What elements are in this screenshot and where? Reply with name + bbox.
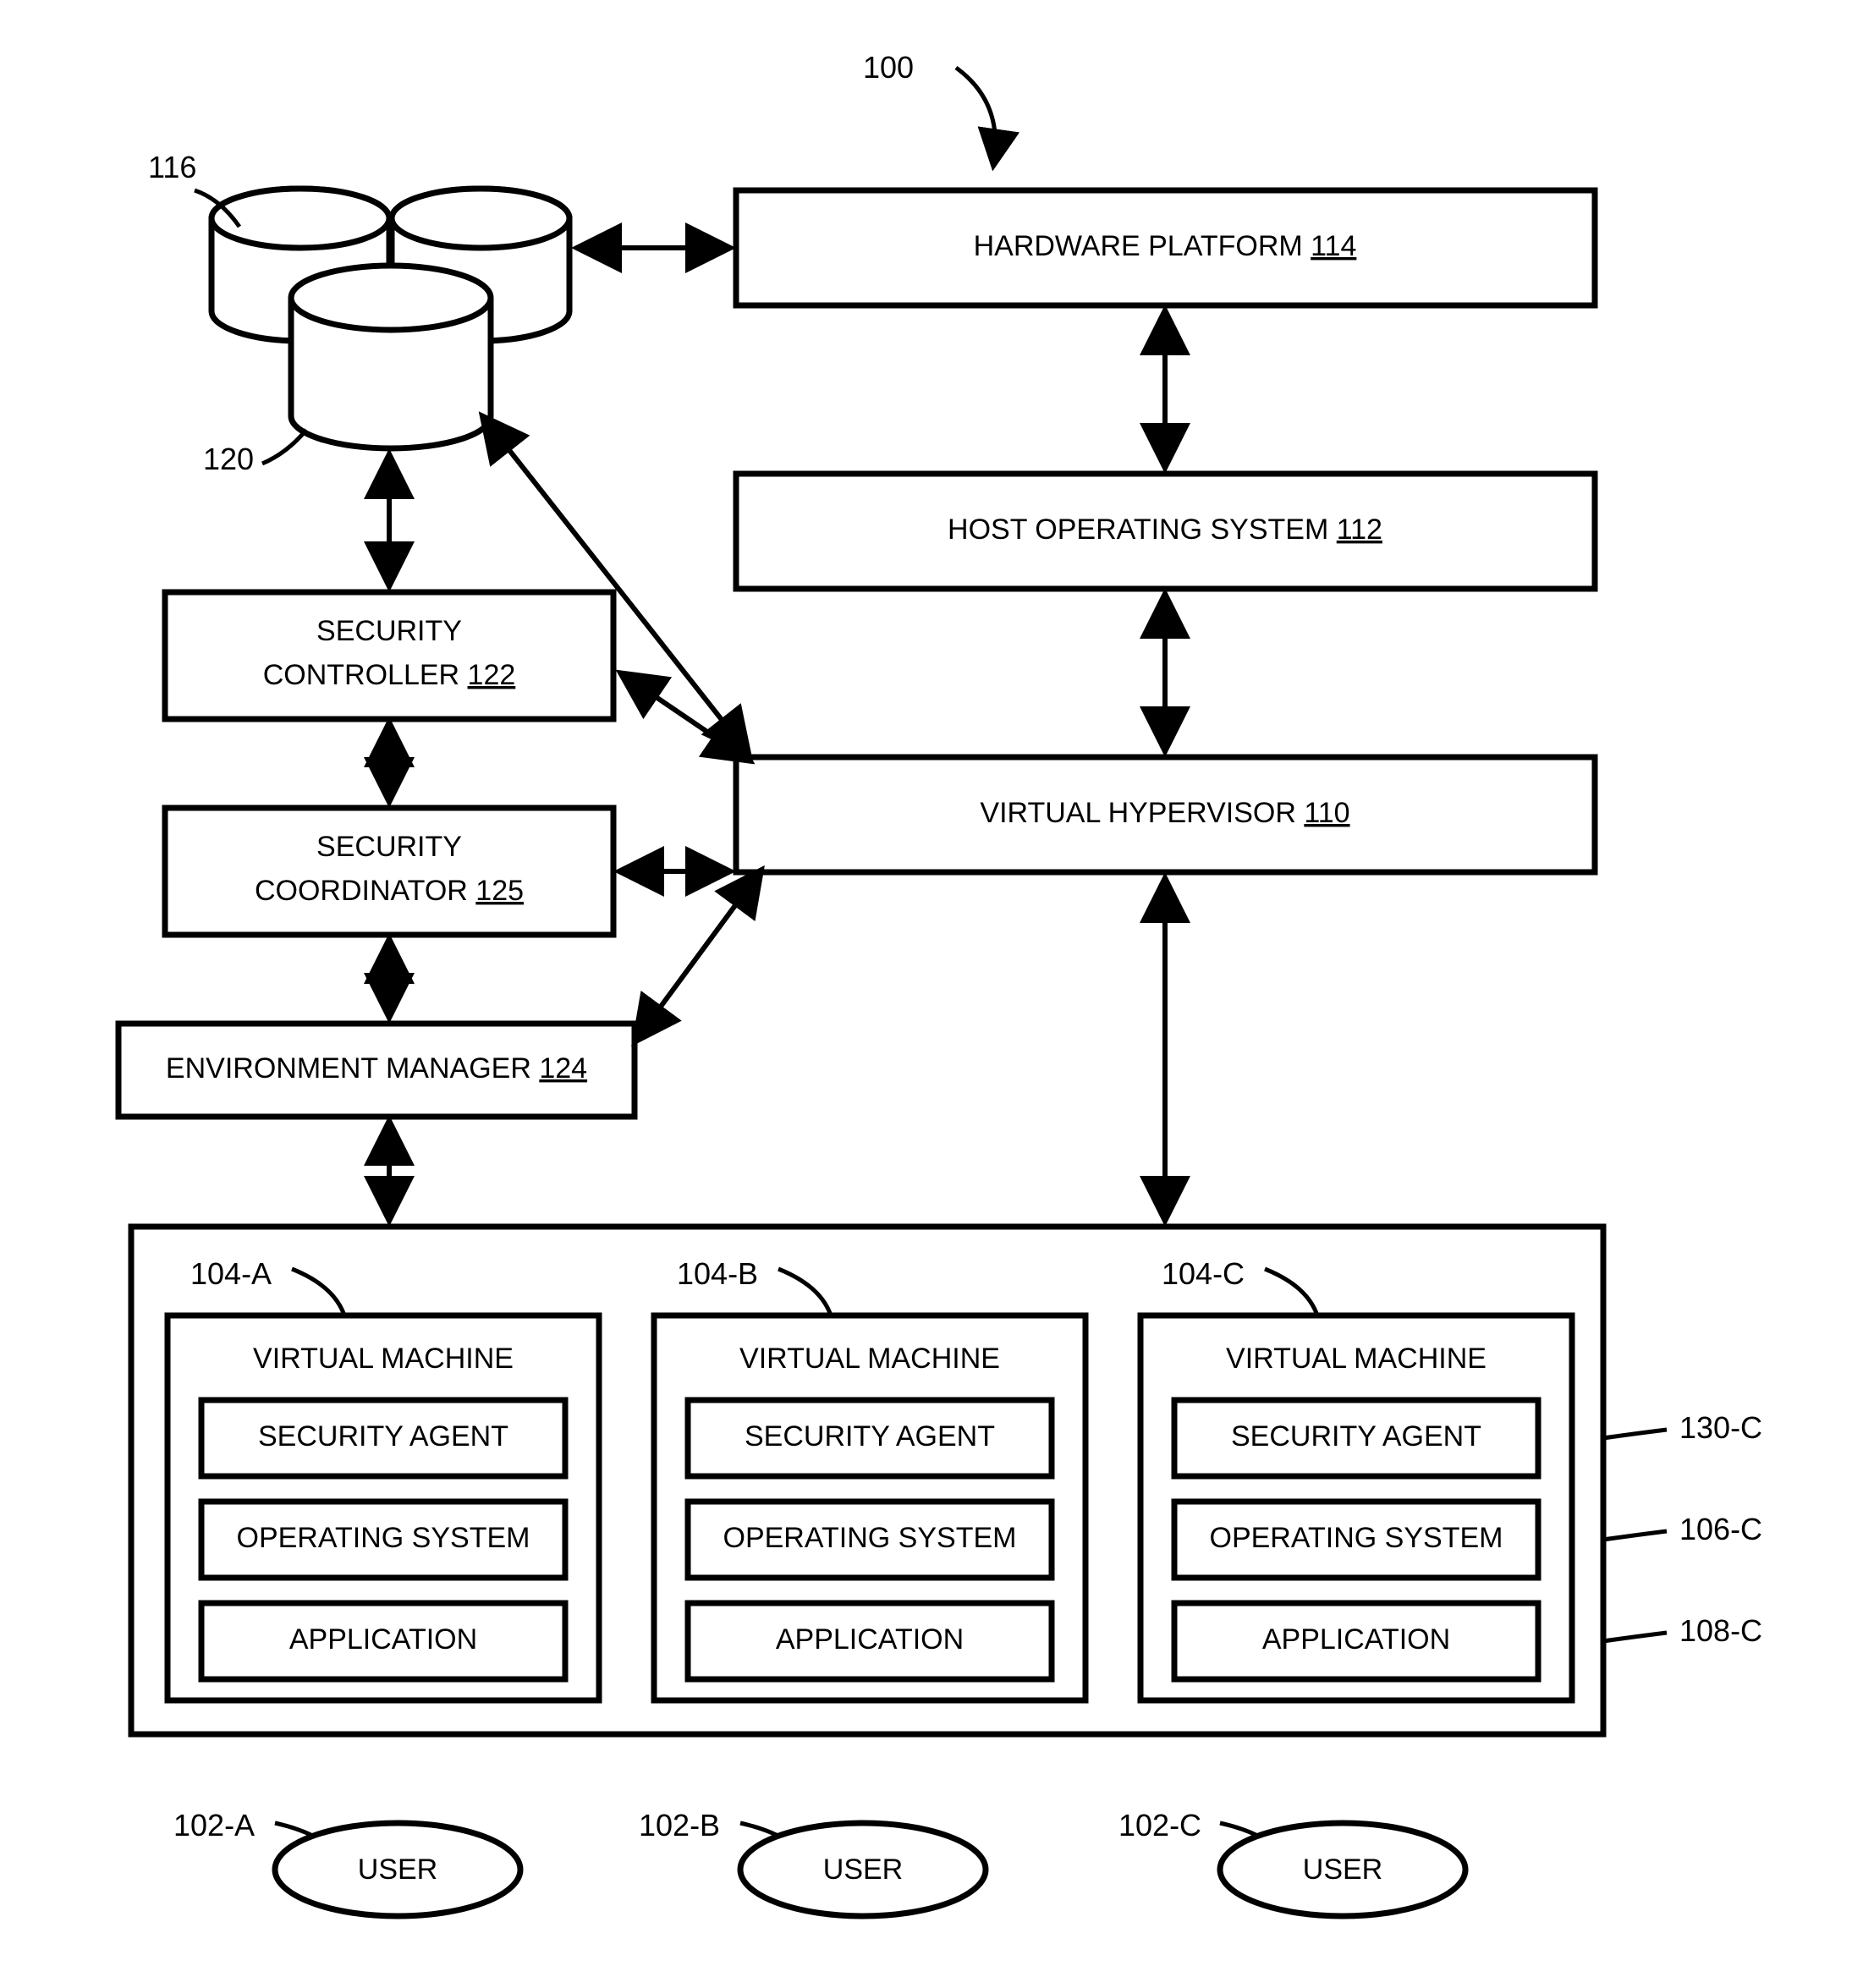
vm-a-agent: SECURITY AGENT [258, 1420, 508, 1453]
svg-text:CONTROLLER 122: CONTROLLER 122 [263, 659, 516, 691]
vm-c-os: OPERATING SYSTEM [1210, 1522, 1503, 1554]
hypervisor-ref: 110 [1304, 797, 1349, 829]
hardware-platform-label: HARDWARE PLATFORM [974, 230, 1303, 262]
vm-c-agent: SECURITY AGENT [1231, 1420, 1481, 1453]
env-manager-ref: 124 [539, 1052, 587, 1085]
hypervisor-label: VIRTUAL HYPERVISOR [980, 797, 1296, 829]
vm-a: 104-A VIRTUAL MACHINE SECURITY AGENT OPE… [168, 1256, 599, 1700]
vm-b-os: OPERATING SYSTEM [723, 1522, 1017, 1554]
storage-cyl-front [291, 266, 491, 448]
ref-108c: 108-C [1679, 1613, 1762, 1648]
figure-ref-100: 100 [863, 50, 996, 161]
user-c: 102-C USER [1118, 1808, 1465, 1916]
user-c-ref: 102-C [1118, 1808, 1201, 1842]
env-manager-box: ENVIRONMENT MANAGER 124 [118, 1024, 635, 1117]
user-b-label: USER [823, 1853, 903, 1886]
hypervisor-box: VIRTUAL HYPERVISOR 110 [736, 757, 1595, 872]
vm-b-title: VIRTUAL MACHINE [739, 1343, 1000, 1375]
vm-c-ref: 104-C [1162, 1256, 1245, 1291]
vm-c-side-refs: 130-C 106-C 108-C [1603, 1410, 1762, 1648]
hardware-platform-box: HARDWARE PLATFORM 114 [736, 190, 1595, 305]
ref-120: 120 [203, 430, 306, 476]
diagram-canvas: 100 116 120 HARDWARE PLATFORM 114 HOST O… [0, 0, 1852, 1988]
user-c-label: USER [1303, 1853, 1382, 1886]
svg-text:COORDINATOR 125: COORDINATOR 125 [255, 875, 524, 907]
user-a-ref: 102-A [173, 1808, 255, 1842]
svg-text:VIRTUAL HYPERVISOR: VIRTUAL HYPERVISOR 110 [980, 797, 1349, 829]
hardware-platform-ref: 114 [1311, 230, 1356, 262]
vm-c-title: VIRTUAL MACHINE [1226, 1343, 1487, 1375]
security-coord-line1: SECURITY [316, 831, 462, 863]
security-coordinator-box: SECURITY COORDINATOR 125 [165, 808, 613, 935]
user-a: 102-A USER [173, 1808, 520, 1916]
host-os-box: HOST OPERATING SYSTEM 112 [736, 474, 1595, 589]
storage-cluster [212, 189, 569, 448]
security-controller-line2: CONTROLLER [263, 659, 459, 691]
user-a-label: USER [358, 1853, 437, 1886]
user-b: 102-B USER [639, 1808, 986, 1916]
svg-text:120: 120 [203, 442, 254, 476]
vm-c: 104-C VIRTUAL MACHINE SECURITY AGENT OPE… [1140, 1256, 1572, 1700]
vm-b-app: APPLICATION [776, 1623, 964, 1656]
svg-text:ENVIRONMENT MANAGER: ENVIRONMENT MANAGER 124 [166, 1052, 587, 1085]
svg-text:116: 116 [148, 150, 196, 184]
security-controller-box: SECURITY CONTROLLER 122 [165, 592, 613, 719]
host-os-ref: 112 [1337, 513, 1382, 546]
ref-106c: 106-C [1679, 1512, 1762, 1546]
security-coord-ref: 125 [475, 875, 524, 907]
vm-a-os: OPERATING SYSTEM [237, 1522, 530, 1554]
vm-b: 104-B VIRTUAL MACHINE SECURITY AGENT OPE… [654, 1256, 1085, 1700]
env-manager-label: ENVIRONMENT MANAGER [166, 1052, 531, 1085]
vm-a-ref: 104-A [190, 1256, 272, 1291]
vm-a-title: VIRTUAL MACHINE [253, 1343, 514, 1375]
security-controller-line1: SECURITY [316, 615, 462, 647]
vm-b-agent: SECURITY AGENT [745, 1420, 995, 1453]
ref-130c: 130-C [1679, 1410, 1762, 1445]
vm-c-app: APPLICATION [1262, 1623, 1450, 1656]
security-controller-ref: 122 [468, 659, 516, 691]
user-b-ref: 102-B [639, 1808, 720, 1842]
vm-b-ref: 104-B [677, 1256, 758, 1291]
vm-a-app: APPLICATION [289, 1623, 477, 1656]
svg-text:HARDWARE PLATFORM 1: HARDWARE PLATFORM 114 [974, 230, 1357, 262]
security-coord-line2: COORDINATOR [255, 875, 468, 907]
svg-text:HOST OPERATING SYSTEM: HOST OPERATING SYSTEM 112 [948, 513, 1382, 546]
host-os-label: HOST OPERATING SYSTEM [948, 513, 1328, 546]
svg-text:100: 100 [863, 50, 914, 85]
